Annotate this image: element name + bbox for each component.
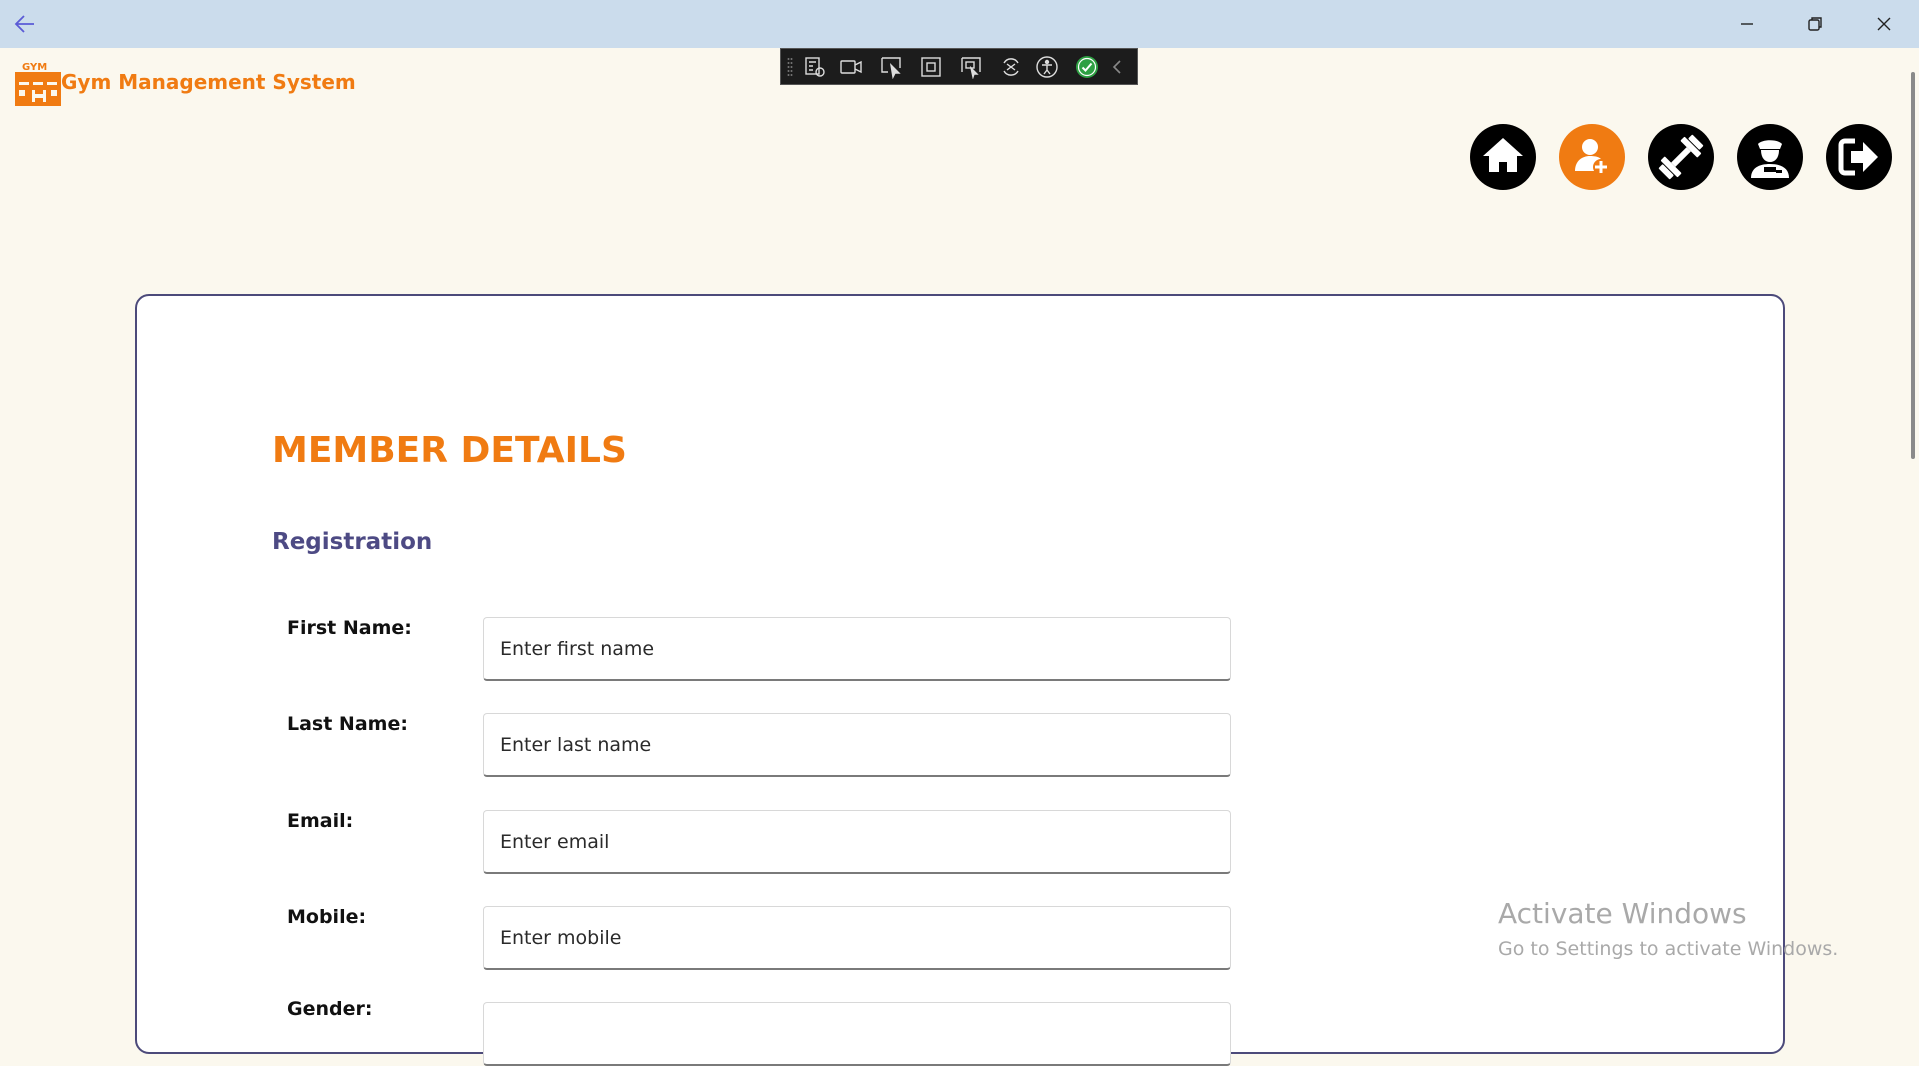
last-name-input[interactable] bbox=[483, 713, 1231, 777]
logout-icon bbox=[1826, 124, 1892, 190]
debug-toolbar bbox=[780, 48, 1138, 85]
nav-logout-button[interactable] bbox=[1825, 123, 1893, 191]
gender-label: Gender: bbox=[287, 998, 373, 1020]
last-name-label: Last Name: bbox=[287, 713, 408, 735]
svg-text:GYM: GYM bbox=[22, 62, 47, 73]
nav-equipment-button[interactable] bbox=[1647, 123, 1715, 191]
nav-trainer-button[interactable] bbox=[1736, 123, 1804, 191]
back-arrow-icon[interactable] bbox=[12, 12, 38, 36]
activate-windows-subtitle: Go to Settings to activate Windows. bbox=[1498, 938, 1839, 960]
restore-icon[interactable] bbox=[1801, 10, 1829, 38]
add-member-icon bbox=[1559, 124, 1625, 190]
window-title-bar bbox=[0, 0, 1919, 48]
first-name-label: First Name: bbox=[287, 617, 412, 639]
live-visual-tree-icon[interactable] bbox=[803, 55, 827, 79]
nav-home-button[interactable] bbox=[1469, 123, 1537, 191]
hot-reload-icon[interactable] bbox=[999, 55, 1023, 79]
mobile-label: Mobile: bbox=[287, 906, 367, 928]
gym-logo: GYM bbox=[14, 60, 62, 110]
activate-windows-title: Activate Windows bbox=[1498, 897, 1747, 930]
email-input[interactable] bbox=[483, 810, 1231, 874]
page-title: MEMBER DETAILS bbox=[272, 430, 627, 471]
close-icon[interactable] bbox=[1870, 10, 1898, 38]
nav-add-member-button[interactable] bbox=[1558, 123, 1626, 191]
toolbar-grip-icon[interactable] bbox=[787, 57, 793, 77]
gender-input[interactable] bbox=[483, 1002, 1231, 1066]
equipment-icon bbox=[1648, 124, 1714, 190]
collapse-chevron-icon[interactable] bbox=[1109, 55, 1125, 79]
mobile-input[interactable] bbox=[483, 906, 1231, 970]
home-icon bbox=[1470, 124, 1536, 190]
checkmark-icon[interactable] bbox=[1075, 55, 1099, 79]
app-title: Gym Management System bbox=[61, 70, 356, 94]
email-label: Email: bbox=[287, 810, 354, 832]
first-name-input[interactable] bbox=[483, 617, 1231, 681]
select-element-icon[interactable] bbox=[879, 55, 903, 80]
section-title: Registration bbox=[272, 529, 433, 555]
track-focus-icon[interactable] bbox=[959, 55, 983, 80]
accessibility-icon[interactable] bbox=[1035, 55, 1059, 79]
video-icon[interactable] bbox=[839, 55, 863, 79]
display-layout-adorners-icon[interactable] bbox=[919, 55, 943, 79]
vertical-scrollbar[interactable] bbox=[1911, 72, 1915, 459]
minimize-icon[interactable] bbox=[1733, 10, 1761, 38]
trainer-icon bbox=[1737, 124, 1803, 190]
